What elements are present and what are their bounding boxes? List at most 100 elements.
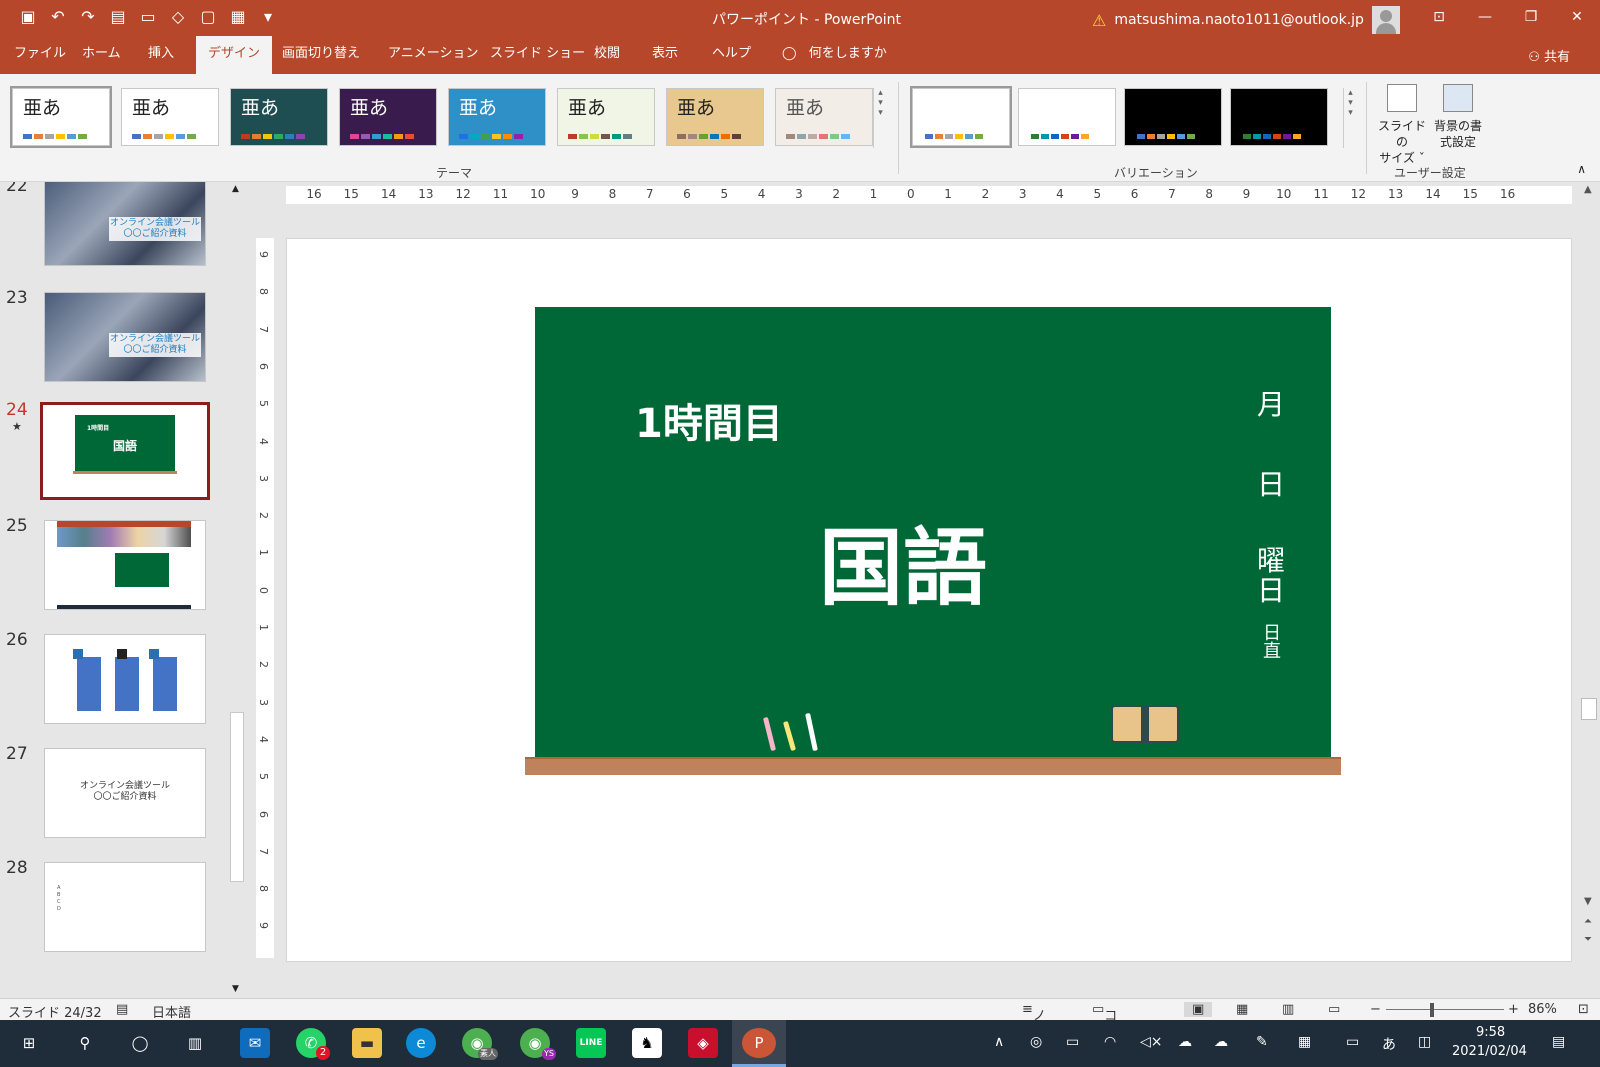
scroll-down-icon[interactable]: ▼ [232, 984, 239, 994]
ribbon-display-icon[interactable]: ⊡ [1416, 0, 1462, 36]
slideshow-icon[interactable]: ▤ [108, 7, 128, 26]
ime-mode[interactable]: あ [1382, 1034, 1396, 1054]
tab-file[interactable]: ファイル [2, 36, 78, 74]
share-button[interactable]: ⚇ 共有 [1528, 46, 1570, 65]
theme-option-7[interactable]: 亜あ [666, 88, 764, 146]
spellcheck-icon[interactable]: ▤ [116, 1002, 128, 1017]
tell-me-box[interactable]: ◯ 何をしますか [770, 36, 899, 74]
normal-view-icon[interactable]: ▣ [1184, 1002, 1213, 1017]
day-label[interactable]: 日 [1257, 463, 1285, 503]
zoom-in-icon[interactable]: + [1508, 1002, 1519, 1017]
tab-slideshow[interactable]: スライド ショー [478, 36, 597, 74]
onedrive-personal-icon[interactable]: ☁ [1214, 1034, 1228, 1050]
variation-option-1[interactable] [910, 86, 1012, 148]
language-indicator[interactable]: 日本語 [152, 1002, 191, 1021]
meeting-icon[interactable]: ◎ [1030, 1034, 1042, 1050]
slide-thumbnail[interactable]: ABCD [44, 862, 206, 952]
mail-icon[interactable]: ✉ [240, 1028, 270, 1058]
task-view-icon[interactable]: ▥ [180, 1028, 210, 1058]
tab-animations[interactable]: アニメーション [376, 36, 490, 74]
minimize-icon[interactable]: — [1462, 0, 1508, 36]
zoom-slider-track[interactable] [1386, 1009, 1504, 1010]
restore-icon[interactable]: ❐ [1508, 0, 1554, 36]
keyboard-icon[interactable]: ▦ [1298, 1034, 1311, 1050]
weekday-label-2[interactable]: 日 [1257, 569, 1285, 609]
slide-canvas[interactable]: 1時間目 国語 月 日 曜 日 日直 [286, 238, 1572, 962]
group-icon[interactable]: ▢ [198, 7, 218, 26]
scroll-up-icon[interactable]: ▲ [232, 184, 239, 194]
duty-label[interactable]: 日直 [1263, 625, 1283, 661]
variation-option-2[interactable] [1018, 88, 1116, 146]
show-hidden-icons[interactable]: ∧ [994, 1034, 1004, 1050]
notes-button[interactable]: ≡ ノート [1022, 1002, 1046, 1062]
ime-pad-icon[interactable]: ◫ [1418, 1034, 1431, 1050]
format-background-button[interactable]: 背景の書 式設定 [1430, 84, 1486, 150]
arrange-icon[interactable]: ▦ [228, 7, 248, 26]
next-slide-icon[interactable]: ⏷ [1584, 934, 1592, 945]
reading-view-icon[interactable]: ▥ [1282, 1002, 1294, 1017]
onedrive-icon[interactable]: ☁ [1178, 1034, 1192, 1050]
period-label[interactable]: 1時間目 [635, 391, 783, 449]
slide-thumbnail[interactable]: 1時間目 国語 [40, 402, 210, 500]
scroll-up-icon[interactable]: ▲ [1584, 184, 1592, 195]
redo-icon[interactable]: ↷ [78, 7, 98, 26]
tab-help[interactable]: ヘルプ [700, 36, 763, 74]
account-email[interactable]: matsushima.naoto1011@outlook.jp [1114, 12, 1364, 28]
cortana-icon[interactable]: ◯ [125, 1028, 155, 1058]
pen-icon[interactable]: ✎ [1256, 1034, 1268, 1050]
slide-thumbnail[interactable]: オンライン会議ツール 〇〇ご紹介資料 [44, 182, 206, 266]
clock-date[interactable]: 2021/02/04 [1452, 1044, 1527, 1059]
slide-size-button[interactable]: スライドの サイズ ˇ [1374, 84, 1430, 166]
scroll-down-icon[interactable]: ▼ [1584, 896, 1592, 907]
theme-gallery-scroll[interactable]: ▴ ▾ ▾ [873, 88, 887, 148]
theme-option-5[interactable]: 亜あ [448, 88, 546, 146]
variation-gallery-scroll[interactable]: ▴ ▾ ▾ [1343, 88, 1357, 148]
new-slide-icon[interactable]: ▭ [138, 7, 158, 26]
slide-scroll-thumb[interactable] [1581, 698, 1597, 720]
tab-insert[interactable]: 挿入 [136, 36, 186, 74]
edge-icon[interactable]: e [406, 1028, 436, 1058]
zoom-slider-thumb[interactable] [1430, 1003, 1434, 1017]
variation-option-4[interactable] [1230, 88, 1328, 146]
tab-review[interactable]: 校閲 [582, 36, 632, 74]
slide-scrollbar[interactable]: ▲ ▼ ⏶ ⏷ [1578, 182, 1600, 998]
thumbnail-scrollbar[interactable]: ▲ ▼ [228, 182, 246, 998]
undo-icon[interactable]: ↶ [48, 7, 68, 26]
zoom-level[interactable]: 86% [1528, 1002, 1557, 1017]
theme-option-3[interactable]: 亜あ [230, 88, 328, 146]
mute-icon[interactable]: ◁× [1140, 1034, 1163, 1050]
tab-view[interactable]: 表示 [640, 36, 690, 74]
presentation-view-icon[interactable]: ▭ [1328, 1002, 1340, 1017]
wifi-icon[interactable]: ◠ [1104, 1034, 1116, 1050]
whatsapp-icon[interactable]: ✆ 2 [296, 1028, 330, 1060]
notifications-icon[interactable]: ▤ [1552, 1034, 1565, 1050]
theme-option-1[interactable]: 亜あ [10, 86, 112, 148]
chalkboard[interactable]: 1時間目 国語 月 日 曜 日 日直 [535, 307, 1331, 759]
slide-thumbnail[interactable] [44, 634, 206, 724]
account-area[interactable]: ⚠ matsushima.naoto1011@outlook.jp [1092, 6, 1400, 34]
save-icon[interactable]: ▣ [18, 7, 38, 26]
chrome-icon[interactable]: ◉ 素人 [462, 1028, 498, 1060]
clock-time[interactable]: 9:58 [1476, 1025, 1505, 1040]
file-explorer-icon[interactable]: ▬ [352, 1028, 382, 1058]
theme-option-2[interactable]: 亜あ [121, 88, 219, 146]
close-icon[interactable]: ✕ [1554, 0, 1600, 36]
slide-thumbnail[interactable] [44, 520, 206, 610]
kindle-icon[interactable]: ♞ [632, 1028, 662, 1058]
avatar-icon[interactable] [1371, 6, 1400, 34]
tab-design[interactable]: デザイン [196, 36, 273, 74]
slide-thumbnail[interactable]: オンライン会議ツール 〇〇ご紹介資料 [44, 748, 206, 838]
collapse-ribbon-icon[interactable]: ∧ [1577, 162, 1586, 176]
comments-button[interactable]: ▭ コメント [1092, 1002, 1117, 1067]
thumbnail-scroll-thumb[interactable] [230, 712, 244, 882]
windows-start-icon[interactable]: ⊞ [14, 1028, 44, 1058]
variation-option-3[interactable] [1124, 88, 1222, 146]
theme-option-6[interactable]: 亜あ [557, 88, 655, 146]
tab-transitions[interactable]: 画面切り替え [270, 36, 372, 74]
mcafee-icon[interactable]: ◈ [688, 1028, 718, 1058]
subject-title[interactable]: 国語 [819, 501, 987, 622]
tab-home[interactable]: ホーム [70, 36, 133, 74]
battery-icon[interactable]: ▭ [1066, 1034, 1079, 1050]
slide-sorter-icon[interactable]: ▦ [1236, 1002, 1248, 1017]
fit-slide-icon[interactable]: ⊡ [1578, 1002, 1589, 1017]
